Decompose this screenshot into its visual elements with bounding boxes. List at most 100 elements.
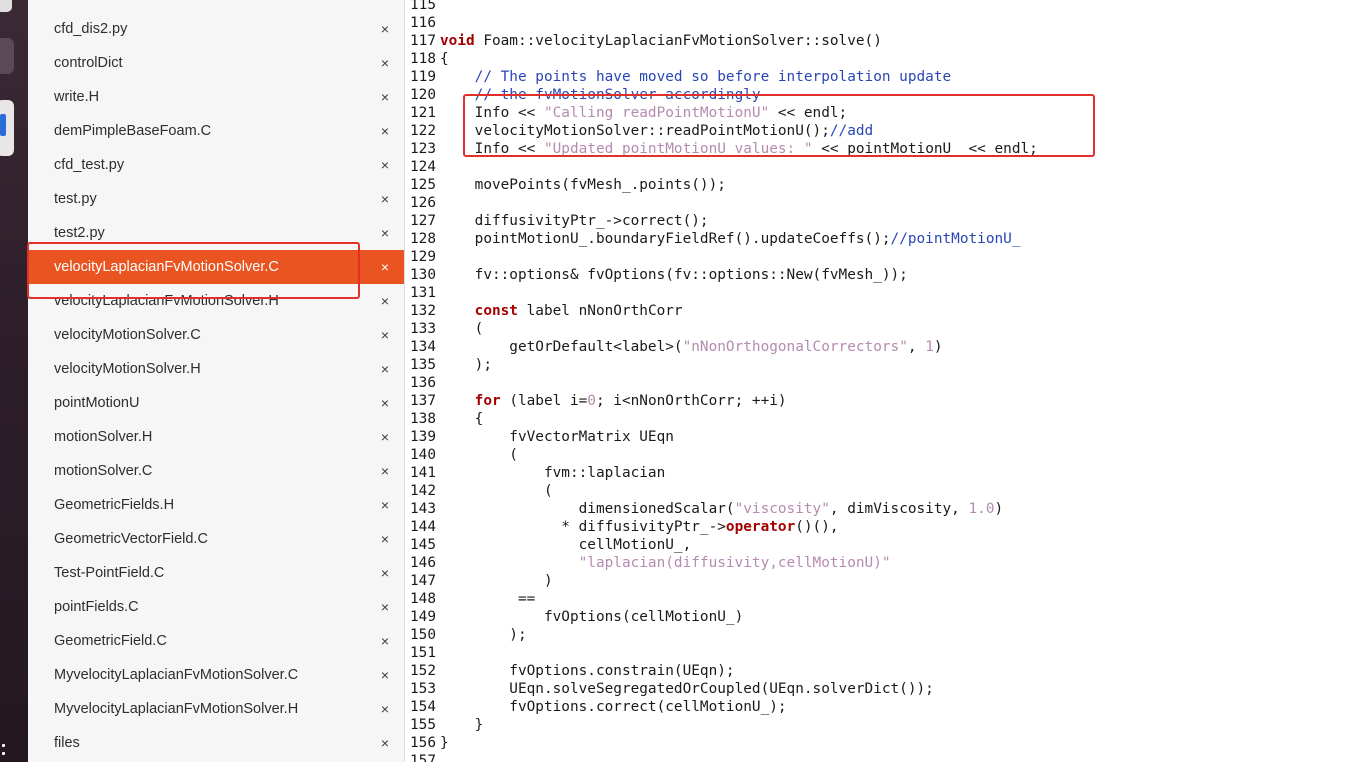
code-line[interactable]: 131 [405, 284, 440, 302]
file-list-item[interactable]: write.H × [28, 80, 404, 114]
code-line[interactable]: 139 fvVectorMatrix UEqn [405, 428, 674, 446]
code-line[interactable]: 153 UEqn.solveSegregatedOrCoupled(UEqn.s… [405, 680, 934, 698]
show-apps-icon[interactable] [2, 744, 12, 760]
close-icon[interactable]: × [378, 352, 392, 386]
code-token: ) [440, 573, 553, 589]
code-line[interactable]: 146 "laplacian(diffusivity,cellMotionU)" [405, 554, 891, 572]
code-line[interactable]: 147 ) [405, 572, 553, 590]
code-line[interactable]: 148 == [405, 590, 535, 608]
code-text: UEqn.solveSegregatedOrCoupled(UEqn.solve… [436, 681, 934, 697]
code-line[interactable]: 126 [405, 194, 440, 212]
close-icon[interactable]: × [378, 420, 392, 454]
file-list-item[interactable]: files × [28, 726, 404, 760]
file-list-item[interactable]: velocityLaplacianFvMotionSolver.C × [28, 250, 404, 284]
close-icon[interactable]: × [378, 386, 392, 420]
close-icon[interactable]: × [378, 454, 392, 488]
code-line[interactable]: 138 { [405, 410, 483, 428]
close-icon[interactable]: × [378, 692, 392, 726]
file-list-item[interactable]: demPimpleBaseFoam.C × [28, 114, 404, 148]
file-list-item[interactable]: cfd_dis2.py × [28, 12, 404, 46]
code-line[interactable]: 123 Info << "Updated pointMotionU values… [405, 140, 1038, 158]
code-token: //add [829, 123, 874, 139]
close-icon[interactable]: × [378, 726, 392, 760]
code-line[interactable]: 143 dimensionedScalar("viscosity", dimVi… [405, 500, 1003, 518]
code-line[interactable]: 119 // The points have moved so before i… [405, 68, 951, 86]
file-list-item[interactable]: motionSolver.C × [28, 454, 404, 488]
code-line[interactable]: 144 * diffusivityPtr_->operator()(), [405, 518, 839, 536]
close-icon[interactable]: × [378, 80, 392, 114]
code-line[interactable]: 150 ); [405, 626, 527, 644]
code-line[interactable]: 142 ( [405, 482, 553, 500]
file-list-item[interactable]: velocityMotionSolver.C × [28, 318, 404, 352]
code-line[interactable]: 122 velocityMotionSolver::readPointMotio… [405, 122, 873, 140]
file-list-item[interactable]: velocityMotionSolver.H × [28, 352, 404, 386]
close-icon[interactable]: × [378, 46, 392, 80]
dock-app-icon[interactable] [0, 0, 12, 12]
file-list-item[interactable]: GeometricVectorField.C × [28, 522, 404, 556]
file-list-item[interactable]: velocityLaplacianFvMotionSolver.H × [28, 284, 404, 318]
code-line[interactable]: 149 fvOptions(cellMotionU_) [405, 608, 743, 626]
code-line[interactable]: 157 [405, 752, 440, 762]
code-line[interactable]: 115 [405, 0, 440, 14]
file-list-item[interactable]: pointFields.C × [28, 590, 404, 624]
file-list-item[interactable]: Test-PointField.C × [28, 556, 404, 590]
close-icon[interactable]: × [378, 318, 392, 352]
file-list-item[interactable]: motionSolver.H × [28, 420, 404, 454]
code-line[interactable]: 124 [405, 158, 440, 176]
file-list-item[interactable]: MyvelocityLaplacianFvMotionSolver.C × [28, 658, 404, 692]
dock-app-icon[interactable] [0, 38, 14, 74]
code-line[interactable]: 127 diffusivityPtr_->correct(); [405, 212, 709, 230]
close-icon[interactable]: × [378, 284, 392, 318]
close-icon[interactable]: × [378, 148, 392, 182]
code-line[interactable]: 134 getOrDefault<label>("nNonOrthogonalC… [405, 338, 943, 356]
code-line[interactable]: 117 void Foam::velocityLaplacianFvMotionS… [405, 32, 882, 50]
code-token: fvVectorMatrix UEqn [440, 429, 674, 445]
code-line[interactable]: 136 [405, 374, 440, 392]
code-line[interactable]: 155 } [405, 716, 483, 734]
code-line[interactable]: 137 for (label i=0; i<nNonOrthCorr; ++i) [405, 392, 787, 410]
code-editor[interactable]: 115 116 117 void Foam::velocityLaplacianFvM… [405, 0, 1372, 762]
code-line[interactable]: 128 pointMotionU_.boundaryFieldRef().upd… [405, 230, 1021, 248]
file-list-item[interactable]: GeometricFields.H × [28, 488, 404, 522]
close-icon[interactable]: × [378, 658, 392, 692]
close-icon[interactable]: × [378, 590, 392, 624]
line-number: 151 [410, 645, 436, 661]
code-line[interactable]: 116 [405, 14, 440, 32]
code-line[interactable]: 141 fvm::laplacian [405, 464, 665, 482]
close-icon[interactable]: × [378, 114, 392, 148]
code-line[interactable]: 156} [405, 734, 449, 752]
code-line[interactable]: 133 ( [405, 320, 483, 338]
close-icon[interactable]: × [378, 488, 392, 522]
code-line[interactable]: 121 Info << "Calling readPointMotionU" <… [405, 104, 847, 122]
close-icon[interactable]: × [378, 12, 392, 46]
code-line[interactable]: 118{ [405, 50, 449, 68]
close-icon[interactable]: × [378, 556, 392, 590]
file-list-item[interactable]: test.py × [28, 182, 404, 216]
code-line[interactable]: 120 // the fvMotionSolver accordingly [405, 86, 761, 104]
file-list-item[interactable]: pointMotionU × [28, 386, 404, 420]
code-line[interactable]: 129 [405, 248, 440, 266]
file-list-item[interactable]: MyvelocityLaplacianFvMotionSolver.H × [28, 692, 404, 726]
code-line[interactable]: 130 fv::options& fvOptions(fv::options::… [405, 266, 908, 284]
line-number: 150 [410, 627, 436, 643]
close-icon[interactable]: × [378, 182, 392, 216]
file-list-item[interactable]: cfd_test.py × [28, 148, 404, 182]
close-icon[interactable]: × [378, 250, 392, 284]
code-line[interactable]: 135 ); [405, 356, 492, 374]
file-list-item[interactable]: test2.py × [28, 216, 404, 250]
code-line[interactable]: 132 const label nNonOrthCorr [405, 302, 683, 320]
code-token: } [440, 717, 484, 733]
close-icon[interactable]: × [378, 216, 392, 250]
close-icon[interactable]: × [378, 522, 392, 556]
code-line[interactable]: 152 fvOptions.constrain(UEqn); [405, 662, 735, 680]
file-list-item[interactable]: GeometricField.C × [28, 624, 404, 658]
close-icon[interactable]: × [378, 624, 392, 658]
code-line[interactable]: 140 ( [405, 446, 518, 464]
code-line[interactable]: 145 cellMotionU_, [405, 536, 691, 554]
code-line[interactable]: 125 movePoints(fvMesh_.points()); [405, 176, 726, 194]
code-line[interactable]: 154 fvOptions.correct(cellMotionU_); [405, 698, 787, 716]
file-list-item[interactable]: controlDict × [28, 46, 404, 80]
text-editor-app-icon[interactable] [0, 100, 14, 156]
code-text: pointMotionU_.boundaryFieldRef().updateC… [436, 231, 1021, 247]
code-line[interactable]: 151 [405, 644, 440, 662]
